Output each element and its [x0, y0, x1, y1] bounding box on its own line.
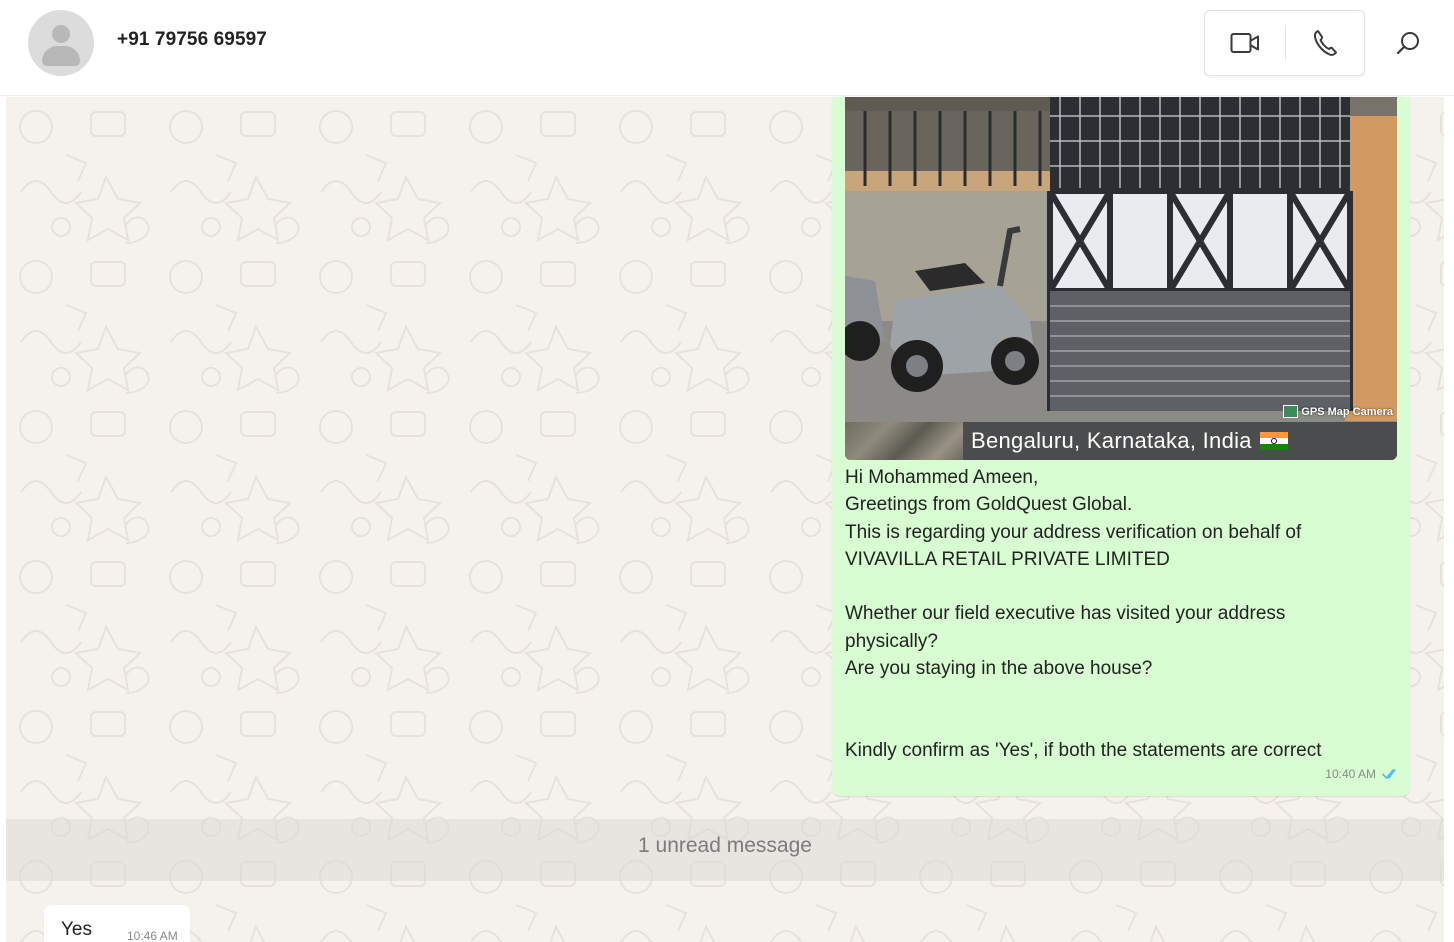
message-line: This is regarding your address verificat…: [845, 521, 1302, 543]
message-line: VIVAVILLA RETAIL PRIVATE LIMITED: [845, 548, 1170, 570]
video-icon: [1230, 33, 1259, 53]
photo-location-text: Bengaluru, Karnataka, India: [971, 428, 1252, 453]
outgoing-message-bubble[interactable]: GPS Map Camera Bengaluru, Karnataka, Ind…: [832, 97, 1410, 796]
double-tick-icon: [1382, 769, 1396, 779]
message-line: [845, 682, 1400, 709]
message-line: Kindly confirm as 'Yes', if both the sta…: [845, 739, 1322, 761]
india-flag-icon: [1259, 432, 1288, 450]
photo-location: Bengaluru, Karnataka, India: [971, 428, 1288, 454]
gps-badge-text: GPS Map Camera: [1301, 405, 1393, 418]
phone-icon: [1313, 30, 1337, 56]
call-button-group: [1204, 10, 1365, 76]
message-photo[interactable]: GPS Map Camera Bengaluru, Karnataka, Ind…: [845, 97, 1397, 460]
message-line: Greetings from GoldQuest Global.: [845, 494, 1133, 516]
message-line: [845, 573, 1400, 600]
gps-caption-bar: Bengaluru, Karnataka, India: [845, 422, 1397, 460]
message-line: Hi Mohammed Ameen,: [845, 467, 1039, 488]
message-line: Are you staying in the above house?: [845, 658, 1153, 680]
search-icon: [1396, 32, 1419, 55]
chat-header: +91 79756 69597: [0, 0, 1454, 96]
person-icon: [52, 25, 70, 43]
incoming-message-time: 10:46 AM: [127, 929, 178, 942]
message-line: Whether our field executive has visited …: [845, 603, 1286, 625]
voice-call-button[interactable]: [1285, 11, 1365, 75]
gps-camera-logo: [1283, 405, 1299, 418]
unread-divider-label: 1 unread message: [638, 834, 812, 857]
person-icon-body: [42, 46, 80, 66]
video-call-button[interactable]: [1205, 11, 1285, 75]
message-meta: 10:40 AM: [1325, 767, 1400, 781]
message-text: Hi Mohammed Ameen, Greetings from GoldQu…: [845, 464, 1400, 764]
incoming-message-text: Yes: [61, 919, 92, 940]
message-line: physically?: [845, 630, 938, 652]
gps-camera-badge: GPS Map Camera: [1283, 405, 1393, 418]
chat-area[interactable]: GPS Map Camera Bengaluru, Karnataka, Ind…: [6, 97, 1444, 942]
contact-name[interactable]: +91 79756 69597: [117, 29, 267, 51]
incoming-message-bubble[interactable]: Yes 10:46 AM: [44, 905, 190, 942]
message-time: 10:40 AM: [1325, 767, 1376, 781]
contact-avatar[interactable]: [28, 10, 94, 76]
search-button[interactable]: [1384, 20, 1432, 66]
gps-mini-map: [845, 422, 963, 460]
message-line: [845, 710, 1400, 737]
